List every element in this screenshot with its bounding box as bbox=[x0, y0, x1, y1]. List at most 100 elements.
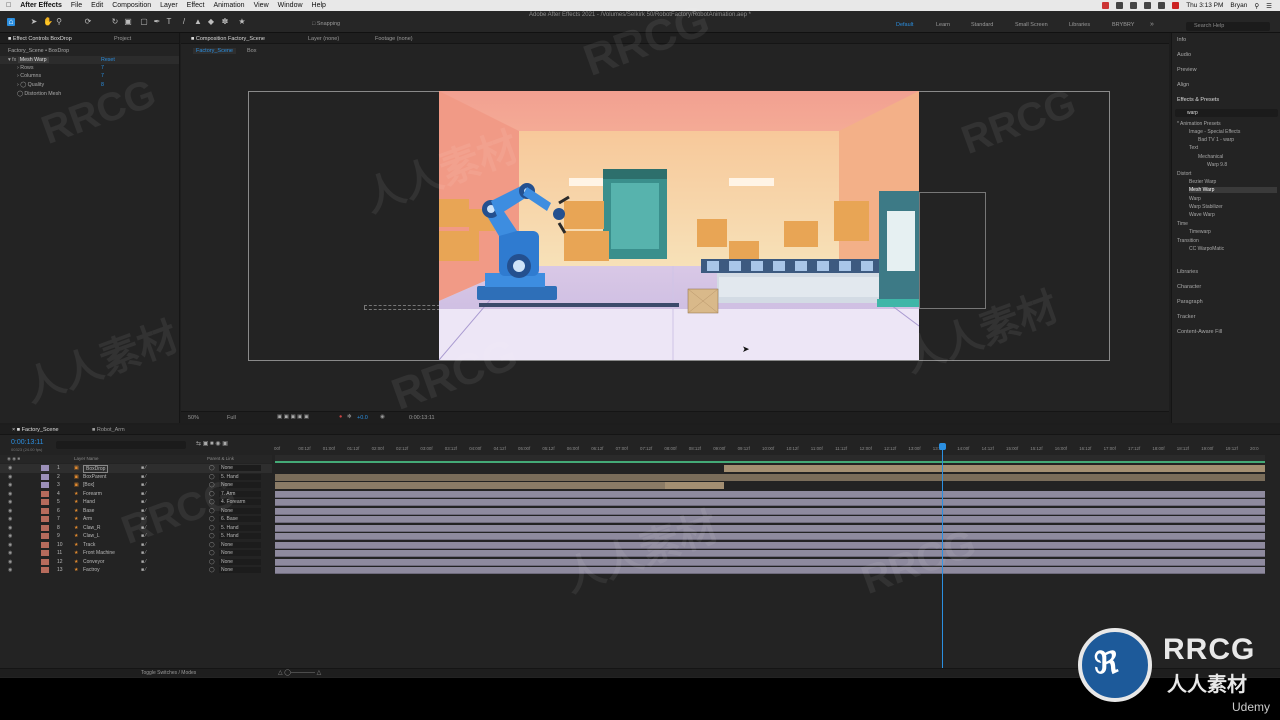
pickwhip-icon[interactable]: ◯ bbox=[209, 498, 215, 507]
label-color[interactable] bbox=[41, 507, 49, 514]
panel-info[interactable]: Info bbox=[1177, 37, 1186, 43]
workspace-learn[interactable]: Learn bbox=[936, 22, 950, 28]
panel-align[interactable]: Align bbox=[1177, 82, 1189, 88]
subtab-factory-scene[interactable]: Factory_Scene bbox=[193, 48, 236, 54]
pickwhip-icon[interactable]: ◯ bbox=[209, 473, 215, 482]
layer-name[interactable]: Claw_R bbox=[83, 524, 101, 533]
tab-robot-arm[interactable]: ■ Robot_Arm bbox=[92, 427, 125, 433]
panel-effects-presets[interactable]: Effects & Presets bbox=[1177, 97, 1219, 103]
work-area-indicator[interactable] bbox=[275, 461, 1265, 463]
pickwhip-icon[interactable]: ◯ bbox=[209, 490, 215, 499]
tree-timewarp[interactable]: Timewarp bbox=[1189, 229, 1211, 235]
switch-icons[interactable]: ■ ⁄ bbox=[141, 515, 146, 524]
workspace-small-screen[interactable]: Small Screen bbox=[1015, 22, 1048, 28]
switch-icons[interactable]: ■ ⁄ bbox=[141, 524, 146, 533]
tab-project[interactable]: Project bbox=[114, 36, 131, 42]
visibility-icon[interactable]: ◉ bbox=[8, 464, 12, 473]
pen-tool-icon[interactable]: ✒ bbox=[153, 18, 161, 26]
layer-row[interactable]: ◉ 9 ★ Claw_L ■ ⁄ ◯ 5. Hand bbox=[0, 532, 272, 541]
mesh-warp-row[interactable]: ▾ fx Mesh Warp Reset bbox=[0, 56, 179, 64]
col-parent[interactable]: Parent & Link bbox=[207, 455, 234, 463]
visibility-icon[interactable]: ◉ bbox=[8, 498, 12, 507]
layer-row[interactable]: ◉ 12 ★ Conveyor ■ ⁄ ◯ None bbox=[0, 558, 272, 567]
param-quality[interactable]: › ◯ Quality 8 bbox=[0, 81, 179, 89]
workspace-standard[interactable]: Standard bbox=[971, 22, 993, 28]
tab-composition[interactable]: ■ Composition Factory_Scene bbox=[191, 36, 265, 42]
subtab-box[interactable]: Box bbox=[247, 48, 256, 54]
label-color[interactable] bbox=[41, 516, 49, 522]
layer-duration-bar[interactable] bbox=[275, 482, 665, 489]
pickwhip-icon[interactable]: ◯ bbox=[209, 541, 215, 550]
visibility-icon[interactable]: ◉ bbox=[8, 524, 12, 533]
layer-name[interactable]: Hand bbox=[83, 498, 95, 507]
col-layer-name[interactable]: Layer Name bbox=[74, 455, 99, 463]
tree-warp-98[interactable]: Warp 9.8 bbox=[1207, 162, 1227, 168]
type-tool-icon[interactable]: T bbox=[165, 18, 173, 26]
search-help-input[interactable]: Search Help bbox=[1186, 22, 1270, 31]
layer-name[interactable]: Forearm bbox=[83, 490, 102, 499]
param-columns[interactable]: › Columns 7 bbox=[0, 72, 179, 80]
switch-icons[interactable]: ■ ⁄ bbox=[141, 558, 146, 567]
panel-libraries[interactable]: Libraries bbox=[1177, 269, 1198, 275]
layer-duration-bar[interactable] bbox=[275, 533, 1265, 540]
visibility-icon[interactable]: ◉ bbox=[8, 541, 12, 550]
parent-select[interactable]: 5. Hand bbox=[219, 533, 261, 539]
workspace-overflow-icon[interactable]: » bbox=[1150, 21, 1154, 28]
menu-help[interactable]: Help bbox=[312, 2, 326, 9]
parent-select[interactable]: 6. Base bbox=[219, 516, 261, 522]
home-icon[interactable]: ⌂ bbox=[7, 18, 15, 26]
layer-duration-bar[interactable] bbox=[275, 550, 1265, 557]
wifi-icon[interactable] bbox=[1144, 2, 1152, 9]
visibility-icon[interactable]: ◉ bbox=[8, 490, 12, 499]
visibility-icon[interactable]: ◉ bbox=[8, 481, 12, 490]
exposure-icon[interactable]: ✻ bbox=[347, 414, 352, 420]
tree-text[interactable]: Text bbox=[1189, 145, 1198, 151]
label-color[interactable] bbox=[41, 490, 49, 497]
switch-icons[interactable]: ■ ⁄ bbox=[141, 507, 146, 516]
layer-duration-bar[interactable] bbox=[275, 541, 1265, 549]
clock[interactable]: Thu 3:13 PM bbox=[1186, 2, 1223, 9]
workspace-brybry[interactable]: BRYBRY bbox=[1112, 22, 1134, 28]
hand-tool-icon[interactable]: ✋ bbox=[43, 18, 53, 26]
panel-audio[interactable]: Audio bbox=[1177, 52, 1191, 58]
playhead-handle[interactable] bbox=[939, 443, 946, 450]
switch-icons[interactable]: ■ ⁄ bbox=[141, 481, 146, 490]
layer-row[interactable]: ◉ 4 ★ Forearm ■ ⁄ ◯ 7. Arm bbox=[0, 490, 272, 499]
layer-row[interactable]: ◉ 2 ▣ BoxParent ■ ⁄ ◯ 5. Hand bbox=[0, 473, 272, 482]
layer-name[interactable]: [Box] bbox=[83, 481, 94, 490]
layer-duration-bar[interactable] bbox=[275, 558, 1265, 566]
tab-effect-controls[interactable]: ■ Effect Controls BoxDrop bbox=[8, 36, 72, 42]
parent-select[interactable]: None bbox=[219, 507, 261, 514]
pickwhip-icon[interactable]: ◯ bbox=[209, 524, 215, 533]
menu-view[interactable]: View bbox=[254, 2, 269, 9]
effect-name[interactable]: Mesh Warp bbox=[17, 57, 49, 63]
layer-name[interactable]: Factroy bbox=[83, 566, 100, 575]
search-icon[interactable]: ⚲ bbox=[1254, 2, 1259, 10]
label-color[interactable] bbox=[41, 558, 49, 565]
layer-row[interactable]: ◉ 13 ★ Factroy ■ ⁄ ◯ None bbox=[0, 566, 272, 575]
panel-character[interactable]: Character bbox=[1177, 284, 1201, 290]
timeline-switches[interactable]: ⇆ ▣ ■ ◉ ▣ bbox=[196, 440, 228, 447]
viewer-buttons[interactable]: ▣ ▣ ▣ ▣ ▣ bbox=[277, 414, 309, 420]
menu-window[interactable]: Window bbox=[278, 2, 303, 9]
layer-duration-bar[interactable] bbox=[275, 516, 1265, 523]
resolution-select[interactable]: Full bbox=[227, 415, 236, 421]
switch-icons[interactable]: ■ ⁄ bbox=[141, 549, 146, 558]
switch-icons[interactable]: ■ ⁄ bbox=[141, 473, 146, 482]
pickwhip-icon[interactable]: ◯ bbox=[209, 515, 215, 524]
tree-warp[interactable]: Warp bbox=[1189, 196, 1201, 202]
label-color[interactable] bbox=[41, 473, 49, 480]
volume-icon[interactable] bbox=[1158, 2, 1166, 9]
param-distortion-mesh[interactable]: ◯ Distortion Mesh bbox=[0, 90, 179, 98]
layer-name[interactable]: Front Machine bbox=[83, 549, 115, 558]
layer-name[interactable]: Conveyor bbox=[83, 558, 104, 567]
tree-bezier-warp[interactable]: Bezier Warp bbox=[1189, 179, 1216, 185]
visibility-icon[interactable]: ◉ bbox=[8, 558, 12, 567]
parent-select[interactable]: 5. Hand bbox=[219, 473, 261, 480]
layer-row[interactable]: ◉ 6 ★ Base ■ ⁄ ◯ None bbox=[0, 507, 272, 516]
stamp-tool-icon[interactable]: ▲ bbox=[194, 18, 202, 26]
eraser-tool-icon[interactable]: ◆ bbox=[207, 18, 215, 26]
label-color[interactable] bbox=[41, 541, 49, 548]
viewer-timecode[interactable]: 0:00:13:11 bbox=[409, 415, 435, 421]
menu-layer[interactable]: Layer bbox=[160, 2, 178, 9]
